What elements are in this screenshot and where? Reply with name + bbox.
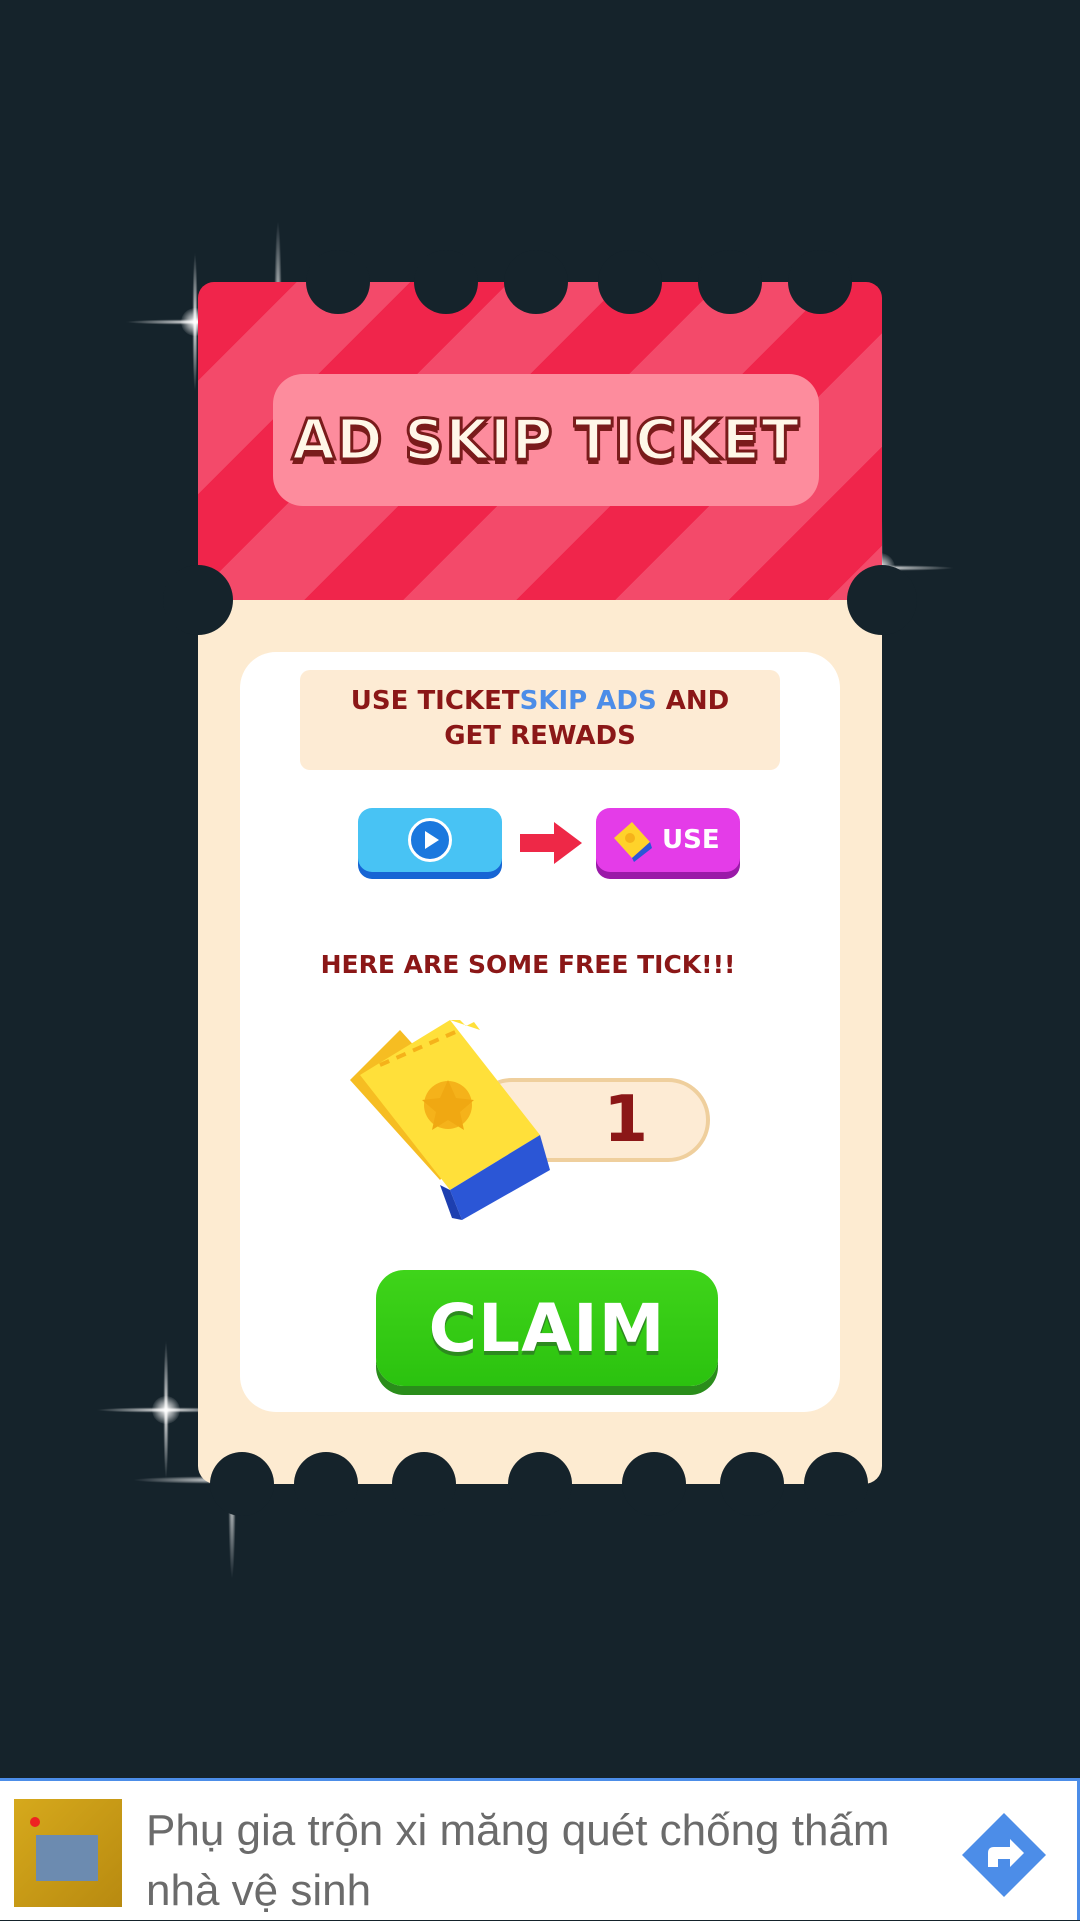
ticket-notch — [504, 250, 568, 314]
use-ticket-button-illustration: USE — [596, 808, 740, 872]
ad-thumbnail[interactable] — [14, 1799, 122, 1907]
ticket-notch — [622, 1452, 686, 1516]
ad-skip-ticket-card: AD SKIP TICKET USE TICKETSKIP ADS AND GE… — [163, 250, 917, 1516]
free-tickets-text: HERE ARE SOME FREE TICK!!! — [320, 950, 736, 979]
claim-button[interactable]: CLAIM — [376, 1270, 718, 1386]
claim-label: CLAIM — [428, 1289, 666, 1367]
ticket-side-notch — [163, 565, 233, 635]
ticket-notch — [210, 1452, 274, 1516]
ticket-icon — [350, 1020, 550, 1220]
info-highlight: SKIP ADS — [519, 686, 657, 716]
ticket-notch — [392, 1452, 456, 1516]
ticket-side-notch — [847, 565, 917, 635]
ticket-notch — [804, 1452, 868, 1516]
ticket-notch — [698, 250, 762, 314]
directions-icon[interactable] — [960, 1811, 1048, 1899]
info-line-2: GET REWADS — [444, 721, 636, 751]
info-text: USE TICKET — [350, 686, 520, 716]
ticket-notch — [598, 250, 662, 314]
ad-banner[interactable]: Phụ gia trộn xi măng quét chống thấm nhà… — [0, 1778, 1080, 1920]
ticket-notch — [508, 1452, 572, 1516]
ticket-notch — [306, 250, 370, 314]
use-label: USE — [662, 825, 720, 855]
ticket-content-panel: USE TICKETSKIP ADS AND GET REWADS USE HE… — [240, 652, 840, 1412]
arrow-right-icon — [520, 822, 582, 864]
ticket-icon — [614, 822, 652, 862]
ad-thumbnail-image — [36, 1835, 98, 1881]
info-box: USE TICKETSKIP ADS AND GET REWADS — [300, 670, 780, 770]
ad-thumbnail-dot — [30, 1817, 40, 1827]
ad-text[interactable]: Phụ gia trộn xi măng quét chống thấm nhà… — [146, 1801, 906, 1921]
play-icon — [408, 818, 452, 862]
ticket-notch — [720, 1452, 784, 1516]
info-line-1: USE TICKETSKIP ADS AND — [300, 684, 780, 719]
ticket-title: AD SKIP TICKET — [290, 406, 801, 474]
watch-video-button-illustration — [358, 808, 502, 872]
ticket-notch — [294, 1452, 358, 1516]
ticket-header: AD SKIP TICKET — [198, 282, 882, 600]
title-plate: AD SKIP TICKET — [273, 374, 819, 506]
ticket-notch — [788, 250, 852, 314]
info-text: AND — [656, 686, 730, 716]
ticket-count: 1 — [603, 1083, 648, 1157]
ticket-notch — [414, 250, 478, 314]
